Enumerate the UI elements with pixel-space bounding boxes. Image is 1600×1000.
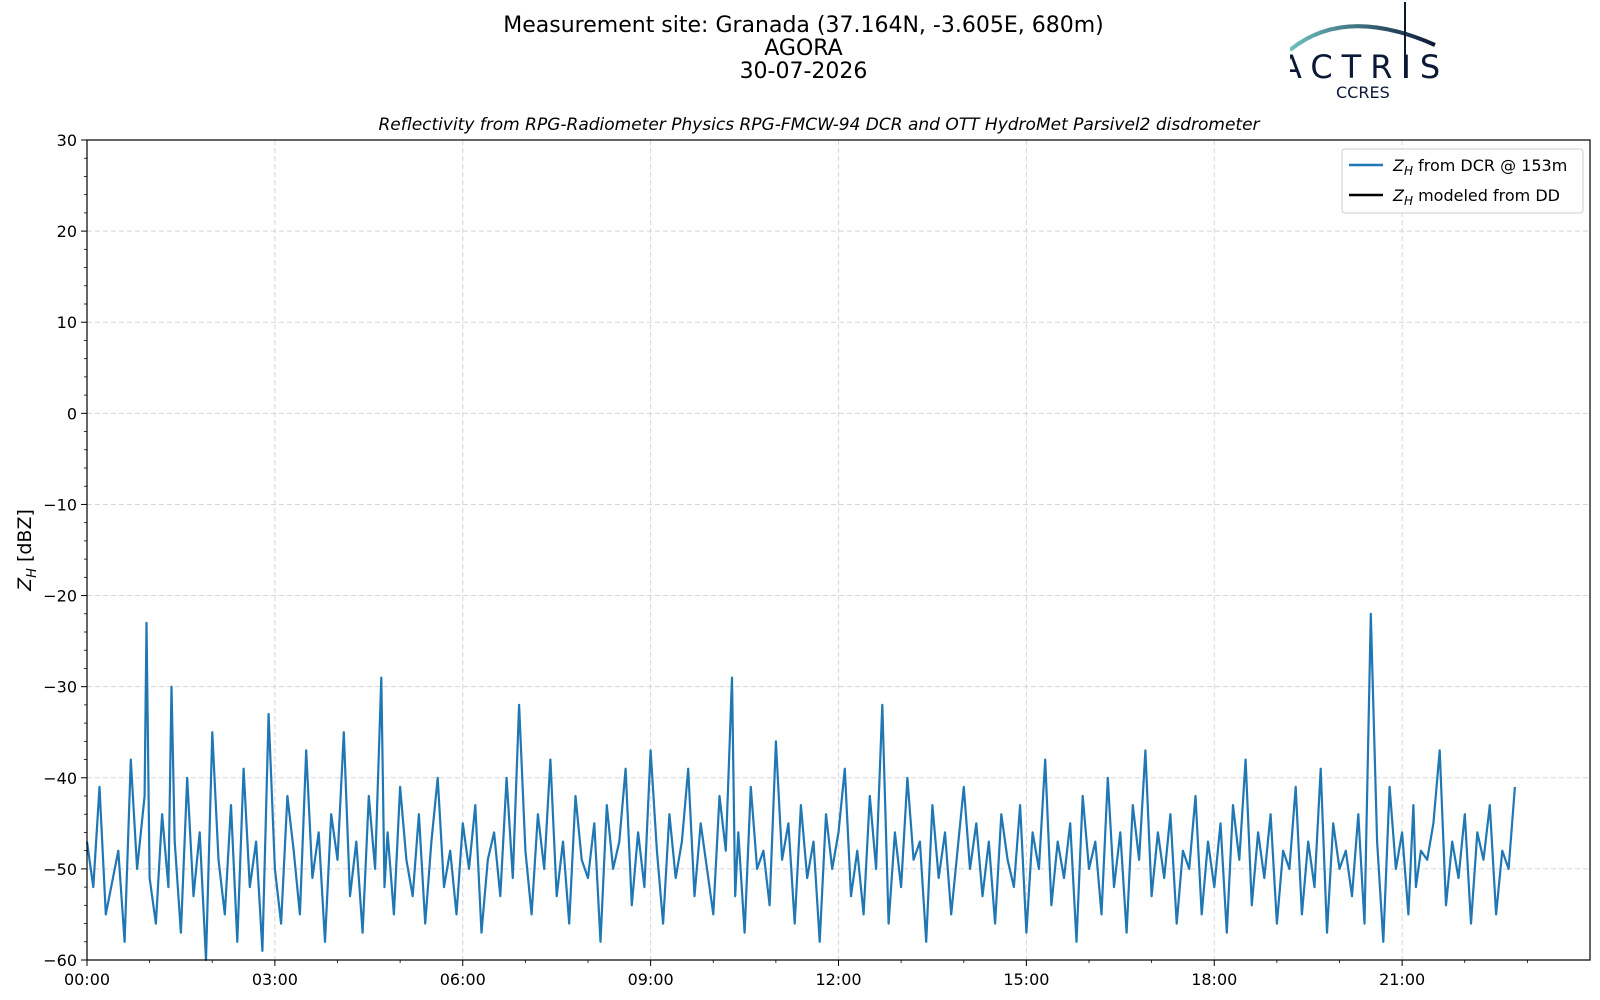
x-tick-label: 06:00 [440,970,486,989]
y-tick-label: −40 [43,769,77,788]
x-tick-label: 18:00 [1191,970,1237,989]
y-tick-label: 30 [57,131,77,150]
y-tick-label: −60 [43,951,77,970]
legend-label-dd: ZH modeled from DD [1392,186,1560,208]
y-tick-label: 0 [67,404,77,423]
series-line-0 [85,612,1516,962]
legend: ZH from DCR @ 153m ZH modeled from DD [1341,148,1584,214]
x-tick-label: 09:00 [628,970,674,989]
series-layer [85,612,1516,962]
y-tick-label: −30 [43,678,77,697]
x-tick-label: 00:00 [64,970,110,989]
reflectivity-chart: Reflectivity from RPG-Radiometer Physics… [14,115,1591,989]
y-tick-label: 20 [57,222,77,241]
legend-label-dcr: ZH from DCR @ 153m [1392,156,1567,178]
x-tick-label: 03:00 [252,970,298,989]
x-tick-label: 12:00 [815,970,861,989]
y-axis-label: ZH [dBZ] [14,509,40,592]
y-tick-label: −10 [43,495,77,514]
y-tick-label: −20 [43,587,77,606]
chart-subtitle: Reflectivity from RPG-Radiometer Physics… [378,115,1260,135]
y-tick-label: 10 [57,313,77,332]
y-tick-label: −50 [43,860,77,879]
x-tick-label: 15:00 [1003,970,1049,989]
x-tick-label: 21:00 [1379,970,1425,989]
